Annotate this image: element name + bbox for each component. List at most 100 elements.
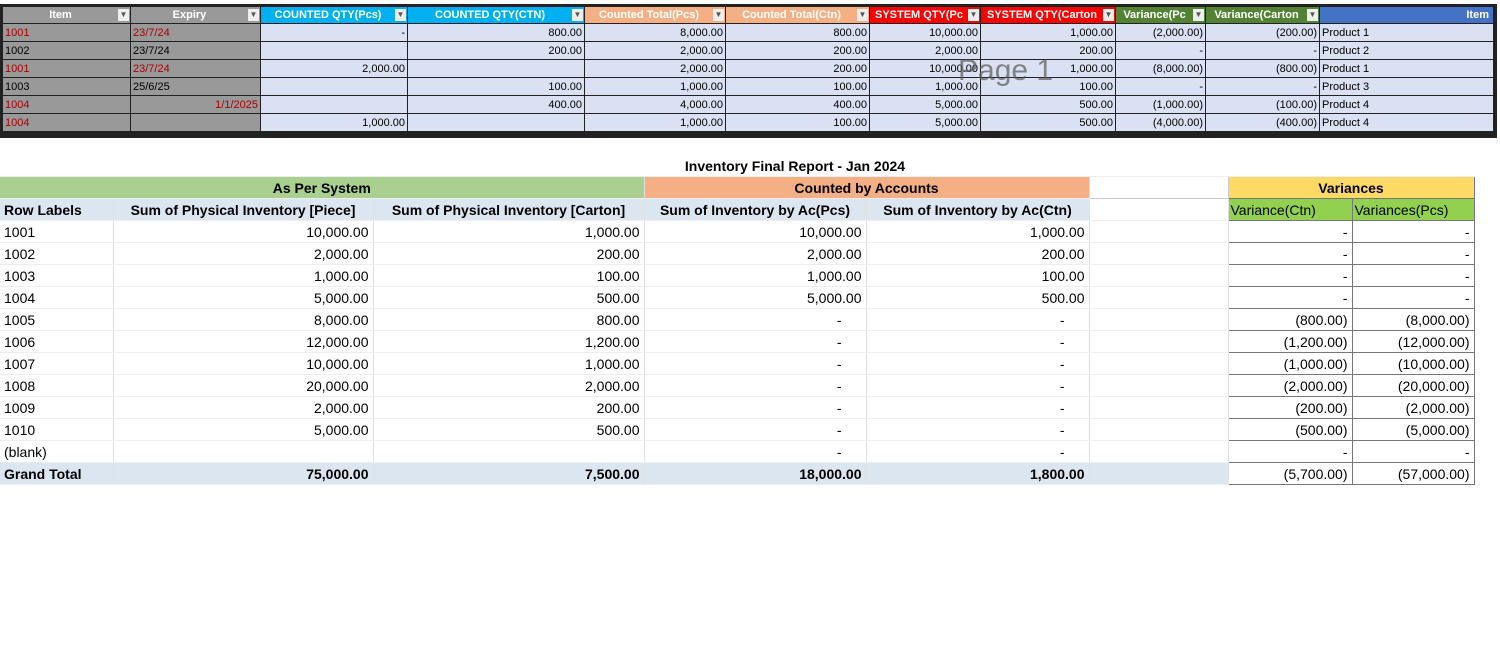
value-cell[interactable]: 1,000.00 [373, 220, 645, 243]
value-cell[interactable]: 1,000.00 [866, 220, 1090, 243]
value-cell[interactable]: - [866, 352, 1090, 375]
table-cell[interactable]: 10,000.00 [869, 23, 981, 42]
value-cell[interactable]: - [1351, 220, 1475, 243]
value-cell[interactable]: (10,000.00) [1351, 352, 1475, 375]
table-cell[interactable]: 23/7/24 [130, 23, 261, 42]
value-cell[interactable]: 500.00 [373, 286, 645, 309]
row-label[interactable]: 1002 [0, 242, 114, 265]
value-cell[interactable]: - [866, 308, 1090, 331]
table-cell[interactable]: 1004 [2, 95, 131, 114]
table-cell[interactable] [407, 59, 585, 78]
table-cell[interactable]: 1001 [2, 59, 131, 78]
table-cell[interactable]: 200.00 [407, 41, 585, 60]
value-cell[interactable]: 2,000.00 [113, 396, 374, 419]
value-cell[interactable]: 5,000.00 [113, 286, 374, 309]
value-cell[interactable]: 200.00 [373, 242, 645, 265]
column-header[interactable]: SYSTEM QTY(Carton ▼ [980, 6, 1116, 24]
value-cell[interactable]: - [1351, 264, 1475, 287]
table-cell[interactable]: Product 1 [1319, 23, 1494, 42]
column-header[interactable]: COUNTED QTY(Pcs) ▼ [260, 6, 408, 24]
table-cell[interactable]: - [1205, 77, 1320, 96]
value-cell[interactable]: 100.00 [373, 264, 645, 287]
value-cell[interactable]: 100.00 [866, 264, 1090, 287]
row-label[interactable]: 1010 [0, 418, 114, 441]
value-cell[interactable]: - [1227, 264, 1353, 287]
value-cell[interactable]: 200.00 [866, 242, 1090, 265]
value-cell[interactable]: - [1351, 286, 1475, 309]
table-cell[interactable]: 400.00 [407, 95, 585, 114]
value-cell[interactable]: - [644, 396, 867, 419]
table-cell[interactable]: 5,000.00 [869, 113, 981, 132]
value-cell[interactable]: 10,000.00 [113, 352, 374, 375]
table-cell[interactable] [260, 77, 408, 96]
value-cell[interactable]: (57,000.00) [1351, 462, 1475, 485]
value-cell[interactable]: 5,000.00 [113, 418, 374, 441]
column-header[interactable]: SYSTEM QTY(Pc ▼ [869, 6, 981, 24]
value-cell[interactable]: 800.00 [373, 308, 645, 331]
table-cell[interactable]: Product 4 [1319, 95, 1494, 114]
value-cell[interactable]: 2,000.00 [113, 242, 374, 265]
value-cell[interactable]: 500.00 [373, 418, 645, 441]
table-cell[interactable]: 1,000.00 [260, 113, 408, 132]
table-cell[interactable]: 1002 [2, 41, 131, 60]
table-cell[interactable]: 8,000.00 [584, 23, 726, 42]
value-cell[interactable]: - [644, 352, 867, 375]
filter-dropdown-icon[interactable]: ▼ [968, 9, 979, 21]
filter-dropdown-icon[interactable]: ▼ [572, 9, 583, 21]
table-cell[interactable]: 200.00 [725, 41, 870, 60]
table-cell[interactable]: (1,000.00) [1115, 95, 1206, 114]
value-cell[interactable]: - [1227, 242, 1353, 265]
table-cell[interactable]: 100.00 [407, 77, 585, 96]
table-cell[interactable]: 23/7/24 [130, 41, 261, 60]
value-cell[interactable]: 1,800.00 [866, 462, 1090, 485]
value-cell[interactable]: (2,000.00) [1351, 396, 1475, 419]
table-cell[interactable]: (4,000.00) [1115, 113, 1206, 132]
value-cell[interactable]: 5,000.00 [644, 286, 867, 309]
table-cell[interactable]: - [1115, 77, 1206, 96]
row-label[interactable]: 1008 [0, 374, 114, 397]
table-cell[interactable] [260, 95, 408, 114]
row-label[interactable]: 1007 [0, 352, 114, 375]
row-label[interactable]: 1004 [0, 286, 114, 309]
pivot-column-header[interactable]: Row Labels [0, 198, 114, 221]
row-label[interactable]: Grand Total [0, 462, 114, 485]
table-cell[interactable]: 2,000.00 [584, 59, 726, 78]
table-cell[interactable]: Product 4 [1319, 113, 1494, 132]
table-cell[interactable]: 23/7/24 [130, 59, 261, 78]
column-header[interactable]: Counted Total(Ctn) ▼ [725, 6, 870, 24]
value-cell[interactable]: 8,000.00 [113, 308, 374, 331]
value-cell[interactable]: - [644, 374, 867, 397]
table-cell[interactable]: (2,000.00) [1115, 23, 1206, 42]
value-cell[interactable]: - [644, 308, 867, 331]
value-cell[interactable]: (5,700.00) [1227, 462, 1353, 485]
value-cell[interactable]: - [1227, 286, 1353, 309]
value-cell[interactable]: 2,000.00 [644, 242, 867, 265]
table-cell[interactable]: - [1205, 41, 1320, 60]
table-cell[interactable]: Product 1 [1319, 59, 1494, 78]
table-cell[interactable]: - [260, 23, 408, 42]
table-cell[interactable]: 1,000.00 [584, 77, 726, 96]
value-cell[interactable]: (200.00) [1227, 396, 1353, 419]
value-cell[interactable]: 18,000.00 [644, 462, 867, 485]
row-label[interactable]: 1005 [0, 308, 114, 331]
filter-dropdown-icon[interactable]: ▼ [1103, 9, 1114, 21]
value-cell[interactable]: (500.00) [1227, 418, 1353, 441]
filter-dropdown-icon[interactable]: ▼ [248, 9, 259, 21]
value-cell[interactable]: 2,000.00 [373, 374, 645, 397]
table-cell[interactable]: 4,000.00 [584, 95, 726, 114]
value-cell[interactable]: 500.00 [866, 286, 1090, 309]
table-cell[interactable]: 25/6/25 [130, 77, 261, 96]
row-label[interactable]: 1003 [0, 264, 114, 287]
row-label[interactable]: 1009 [0, 396, 114, 419]
filter-dropdown-icon[interactable]: ▼ [713, 9, 724, 21]
filter-dropdown-icon[interactable]: ▼ [118, 9, 129, 21]
row-label[interactable]: 1001 [0, 220, 114, 243]
table-cell[interactable]: 1003 [2, 77, 131, 96]
table-cell[interactable]: 5,000.00 [869, 95, 981, 114]
value-cell[interactable]: 1,000.00 [113, 264, 374, 287]
table-cell[interactable]: (400.00) [1205, 113, 1320, 132]
value-cell[interactable]: (8,000.00) [1351, 308, 1475, 331]
value-cell[interactable]: 1,200.00 [373, 330, 645, 353]
value-cell[interactable]: 20,000.00 [113, 374, 374, 397]
column-header[interactable]: Counted Total(Pcs) ▼ [584, 6, 726, 24]
